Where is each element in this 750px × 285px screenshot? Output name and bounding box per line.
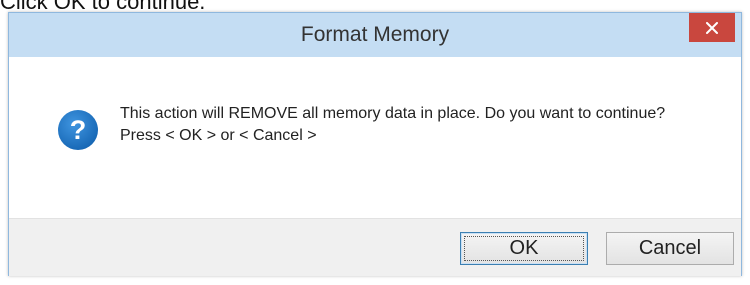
focus-ring xyxy=(464,236,584,261)
message-line-2: Press < OK > or < Cancel > xyxy=(120,127,317,144)
format-memory-dialog: Format Memory ? This action will REMOVE … xyxy=(8,12,742,276)
dialog-title: Format Memory xyxy=(300,23,450,46)
message-line-1: This action will REMOVE all memory data … xyxy=(120,105,666,122)
close-icon xyxy=(706,21,718,34)
dialog-body: ? This action will REMOVE all memory dat… xyxy=(9,57,741,218)
cancel-button-label: Cancel xyxy=(638,237,702,259)
cancel-button[interactable]: Cancel xyxy=(606,232,734,265)
question-icon: ? xyxy=(57,109,99,151)
svg-text:?: ? xyxy=(70,115,87,145)
dialog-message: This action will REMOVE all memory data … xyxy=(120,103,710,147)
dialog-footer: OK Cancel xyxy=(9,218,741,276)
close-button[interactable] xyxy=(689,13,735,42)
ok-button[interactable]: OK xyxy=(460,232,588,265)
dialog-titlebar[interactable]: Format Memory xyxy=(9,13,741,57)
